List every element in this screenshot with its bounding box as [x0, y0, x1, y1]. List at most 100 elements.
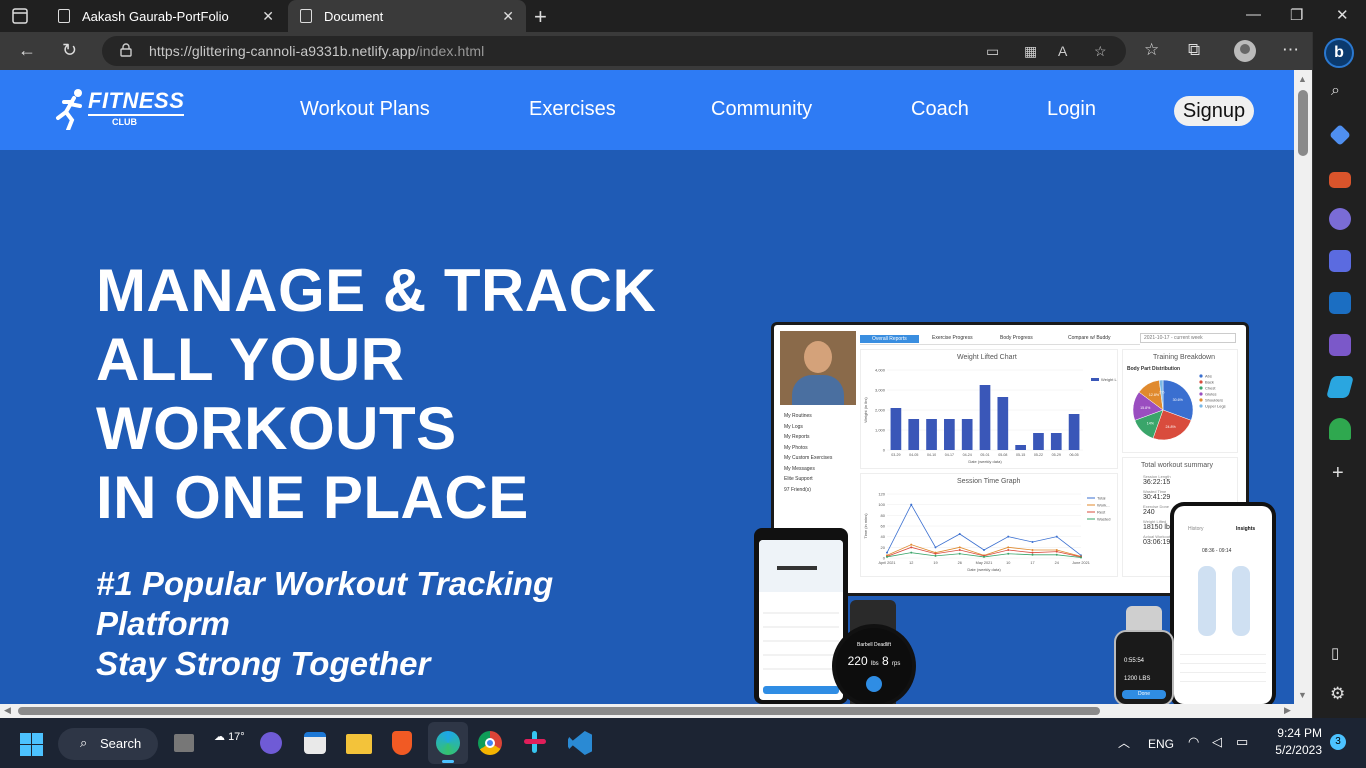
watch-exercise: Barbell Deadlift	[857, 642, 891, 648]
vscode-icon[interactable]	[568, 731, 592, 755]
battery-icon[interactable]: ▭	[1236, 734, 1248, 750]
nav-workout-plans[interactable]: Workout Plans	[300, 98, 430, 121]
data-point	[910, 503, 913, 506]
series-line	[886, 503, 1082, 556]
slack-icon[interactable]	[524, 731, 546, 753]
favorites-icon[interactable]: ☆	[1144, 40, 1159, 60]
tab-document[interactable]: Document ✕	[288, 0, 526, 32]
data-point	[1031, 541, 1034, 543]
hero-title-line: MANAGE & TRACK	[96, 257, 657, 324]
restore-button[interactable]: ❐	[1290, 6, 1303, 24]
summary-title: Total workout summary	[1141, 462, 1213, 469]
vertical-scroll-thumb[interactable]	[1298, 90, 1308, 156]
back-icon[interactable]: ←	[18, 40, 36, 61]
refresh-icon[interactable]: ↻	[62, 40, 77, 61]
x-tick-label: 05-22	[1034, 453, 1043, 457]
bar	[1033, 433, 1044, 450]
read-aloud-icon[interactable]: A	[1058, 43, 1067, 59]
session-time-panel: Session Time Graph 0 20 40 60 80 100 120 April …	[860, 473, 1118, 577]
hero-title-line: ALL YOUR	[96, 326, 405, 393]
task-view-icon[interactable]	[174, 734, 194, 752]
y-axis-label: Weight (in lbs)	[863, 397, 868, 423]
profile-avatar[interactable]	[1234, 40, 1256, 62]
new-tab-button[interactable]: +	[534, 4, 547, 30]
summary-value: 36:22:15	[1143, 479, 1171, 486]
legend-label: Total	[1097, 496, 1106, 501]
window-close-button[interactable]: ✕	[1336, 6, 1349, 24]
windows-start-icon[interactable]	[20, 733, 44, 757]
sidebar-toggle-icon[interactable]: ▯	[1331, 644, 1339, 662]
fitness-club-logo[interactable]: FITNESS CLUB	[54, 86, 194, 134]
pie-value-label: 12.8%	[1149, 393, 1160, 397]
add-icon[interactable]: +	[1332, 462, 1344, 485]
pie-value-label: 14%	[1147, 421, 1155, 425]
nav-exercises[interactable]: Exercises	[529, 98, 616, 121]
nav-community[interactable]: Community	[711, 98, 812, 121]
teams-chat-icon[interactable]	[260, 732, 282, 754]
url-field[interactable]: https://glittering-cannoli-a9331b.netlif…	[102, 36, 1126, 66]
data-point	[958, 549, 961, 551]
nav-coach[interactable]: Coach	[911, 98, 969, 121]
app-available-icon[interactable]: ▭	[986, 43, 999, 60]
legend-label: Chest	[1205, 386, 1216, 391]
games-icon[interactable]	[1329, 208, 1351, 230]
x-tick-label: 12	[909, 561, 913, 565]
clock[interactable]: 9:24 PM 5/2/2023	[1262, 726, 1322, 757]
pie-value-label: 24.8%	[1166, 425, 1177, 429]
add-favorite-icon[interactable]: ☆	[1094, 43, 1107, 60]
dashboard-menu-item: My Routines	[784, 413, 812, 419]
tab-portfolio[interactable]: Aakash Gaurab-PortFolio ✕	[46, 0, 286, 32]
scroll-up-arrow[interactable]: ▲	[1298, 74, 1307, 84]
bing-chat-icon[interactable]: b	[1324, 38, 1354, 68]
weather-widget[interactable]: ☁ 17°	[214, 730, 245, 743]
designer-icon[interactable]	[1329, 334, 1351, 356]
watch-reps: 8	[882, 654, 889, 668]
brave-icon[interactable]	[392, 731, 412, 755]
horizontal-scroll-thumb[interactable]	[18, 707, 1100, 715]
data-point	[910, 543, 913, 546]
clock-time: 9:24 PM	[1277, 726, 1322, 740]
microsoft-365-icon[interactable]	[1329, 250, 1351, 272]
taskbar-search[interactable]: ⌕ Search	[58, 728, 158, 760]
hero-subtitle-line: Platform	[96, 605, 230, 642]
tab-actions-icon[interactable]	[10, 6, 30, 26]
data-point	[934, 552, 937, 555]
shopping-tag-icon[interactable]	[1329, 124, 1351, 146]
signup-button[interactable]: Signup	[1174, 96, 1254, 126]
bar	[979, 385, 991, 450]
windows-taskbar: ⌕ Search ☁ 17° ︿ ENG ◠ ◁ ▭ 9:24 PM 5/2/2…	[0, 718, 1366, 768]
scroll-left-arrow[interactable]: ◀	[4, 705, 11, 716]
hero-subtitle: #1 Popular Workout Tracking Platform Sta…	[96, 564, 656, 684]
edge-taskbar-button[interactable]	[428, 722, 468, 764]
outlook-icon[interactable]	[1329, 292, 1351, 314]
scroll-right-arrow[interactable]: ▶	[1284, 705, 1291, 716]
search-icon[interactable]: ⌕	[1331, 82, 1340, 100]
close-icon[interactable]: ✕	[262, 8, 274, 25]
settings-gear-icon[interactable]: ⚙	[1330, 684, 1345, 704]
data-point	[1031, 551, 1034, 554]
logo-subtext: CLUB	[112, 117, 137, 127]
hero-title-line: WORKOUTS	[96, 395, 457, 462]
vertical-scrollbar[interactable]: ▲ ▼	[1294, 70, 1312, 704]
collections-icon[interactable]: ⧉	[1188, 40, 1200, 60]
horizontal-scrollbar[interactable]: ◀ ▶	[0, 704, 1312, 718]
qr-code-icon[interactable]: ▦	[1024, 43, 1037, 60]
language-indicator[interactable]: ENG	[1148, 737, 1174, 751]
file-explorer-icon[interactable]	[346, 734, 372, 754]
notification-badge[interactable]: 3	[1330, 734, 1346, 750]
chrome-icon[interactable]	[478, 731, 502, 755]
tools-icon[interactable]	[1329, 172, 1351, 188]
store-icon[interactable]	[304, 732, 326, 754]
send-icon[interactable]	[1326, 376, 1354, 398]
close-icon[interactable]: ✕	[502, 8, 514, 25]
more-menu-icon[interactable]: ⋯	[1282, 40, 1299, 60]
volume-icon[interactable]: ◁	[1212, 734, 1222, 750]
tree-icon[interactable]	[1329, 418, 1351, 440]
nav-login[interactable]: Login	[1047, 98, 1096, 121]
wifi-icon[interactable]: ◠	[1188, 734, 1199, 750]
dashboard-tab: Compare w/ Buddy	[1068, 335, 1111, 341]
minimize-button[interactable]: —	[1246, 6, 1261, 23]
chevron-up-icon[interactable]: ︿	[1118, 734, 1130, 751]
scroll-down-arrow[interactable]: ▼	[1298, 690, 1307, 700]
legend-label: Glutes	[1205, 392, 1217, 397]
